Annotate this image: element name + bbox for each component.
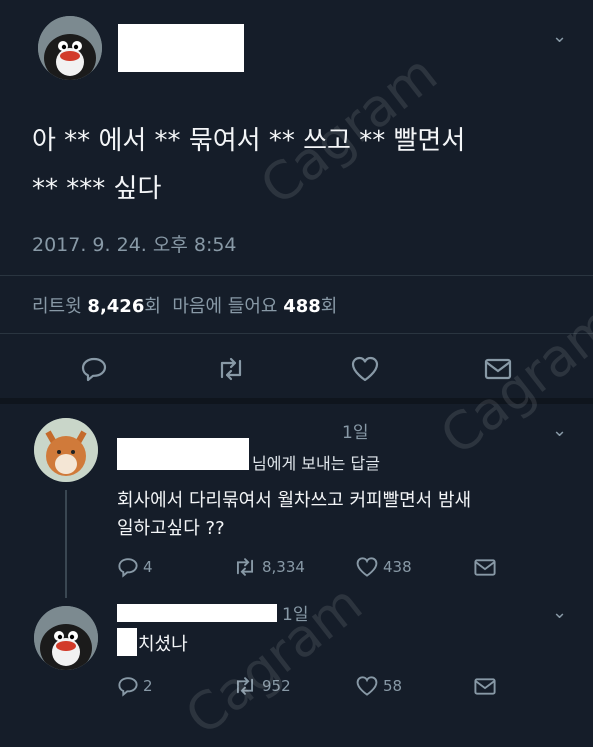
- thread-line: [65, 490, 67, 598]
- reply2-text: 치셨나: [138, 634, 188, 655]
- retweets-suffix: 회: [144, 296, 161, 317]
- redacted-reply2-word: [117, 628, 137, 656]
- reply2-avatar[interactable]: [34, 606, 98, 670]
- tweet-stats: 리트윗 8,426회 마음에 들어요 488회: [32, 292, 337, 318]
- retweets-count[interactable]: 8,426: [87, 296, 144, 317]
- chevron-down-icon[interactable]: ⌄: [552, 26, 567, 47]
- reply-icon[interactable]: 2: [117, 675, 153, 697]
- likes-count[interactable]: 488: [283, 296, 321, 317]
- fox-avatar-image: [34, 418, 98, 482]
- likes-label: 마음에 들어요: [172, 296, 278, 317]
- reply-icon[interactable]: [80, 355, 108, 383]
- author-avatar[interactable]: [38, 16, 102, 80]
- replying-to-text: 님에게 보내는 답글: [252, 454, 380, 473]
- message-icon[interactable]: [473, 676, 497, 697]
- chevron-down-icon[interactable]: ⌄: [552, 602, 567, 623]
- likes-suffix: 회: [320, 296, 338, 317]
- heart-icon[interactable]: [350, 355, 380, 383]
- reply1-text-line-2: 일하고싶다 ??: [117, 518, 225, 539]
- heart-icon[interactable]: 58: [355, 675, 402, 697]
- penguin-avatar-image: [34, 606, 98, 670]
- retweet-icon[interactable]: 8,334: [232, 556, 305, 578]
- reply-icon[interactable]: 4: [117, 556, 153, 578]
- watermark: Cagram: [175, 573, 374, 747]
- divider: [0, 333, 593, 334]
- reply2-replies-count: 2: [143, 677, 153, 695]
- redacted-reply2-author: [117, 604, 277, 622]
- reply1-time: 1일: [342, 423, 369, 443]
- retweets-label: 리트윗: [32, 296, 82, 317]
- tweet-text-line-2: ** *** 싶다: [32, 174, 162, 204]
- chevron-down-icon[interactable]: ⌄: [552, 420, 567, 441]
- message-icon[interactable]: [473, 557, 497, 578]
- tweet-timestamp: 2017. 9. 24. 오후 8:54: [32, 234, 237, 256]
- reply2-likes-count: 58: [383, 677, 403, 695]
- reply1-replies-count: 4: [143, 558, 153, 576]
- reply1-avatar[interactable]: [34, 418, 98, 482]
- redacted-reply1-author: [117, 438, 249, 470]
- reply1-likes-count: 438: [383, 558, 412, 576]
- reply1-text-line-1: 회사에서 다리묶여서 월차쓰고 커피빨면서 밤새: [117, 490, 472, 511]
- penguin-avatar-image: [38, 16, 102, 80]
- replying-to-label: 님에게 보내는 답글: [252, 450, 380, 474]
- redacted-author-name: [118, 24, 244, 72]
- retweet-icon[interactable]: [215, 355, 247, 383]
- divider: [0, 275, 593, 276]
- reply1-retweets-count: 8,334: [262, 558, 305, 576]
- watermark: Cagram: [430, 293, 593, 468]
- heart-icon[interactable]: 438: [355, 556, 412, 578]
